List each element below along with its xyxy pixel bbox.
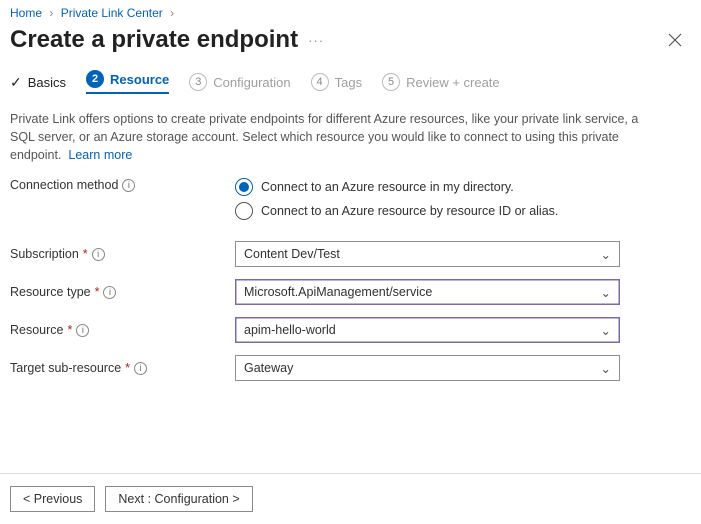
info-icon[interactable]: i bbox=[122, 179, 135, 192]
label-connection-method: Connection method i bbox=[10, 178, 235, 192]
target-sub-resource-select[interactable]: Gateway ⌄ bbox=[235, 355, 620, 381]
tab-tags[interactable]: 4 Tags bbox=[311, 73, 362, 91]
select-value: Content Dev/Test bbox=[244, 247, 340, 261]
radio-icon bbox=[235, 202, 253, 220]
info-icon[interactable]: i bbox=[92, 248, 105, 261]
close-icon bbox=[668, 33, 682, 47]
tab-resource-label: Resource bbox=[110, 72, 169, 87]
previous-button[interactable]: < Previous bbox=[10, 486, 95, 512]
radio-my-directory[interactable]: Connect to an Azure resource in my direc… bbox=[235, 178, 558, 196]
step-circle: 5 bbox=[382, 73, 400, 91]
chevron-down-icon: ⌄ bbox=[601, 285, 611, 300]
form-area: Connection method i Connect to an Azure … bbox=[0, 178, 701, 382]
tab-configuration[interactable]: 3 Configuration bbox=[189, 73, 290, 91]
close-button[interactable] bbox=[661, 26, 689, 54]
label-resource-type: Resource type* i bbox=[10, 285, 235, 299]
label-text: Target sub-resource bbox=[10, 361, 121, 375]
resource-type-select[interactable]: Microsoft.ApiManagement/service ⌄ bbox=[235, 279, 620, 305]
breadcrumb-private-link-center[interactable]: Private Link Center bbox=[61, 6, 163, 20]
select-value: Gateway bbox=[244, 361, 293, 375]
breadcrumb: Home › Private Link Center › bbox=[0, 0, 701, 22]
label-text: Subscription bbox=[10, 247, 79, 261]
page-title: Create a private endpoint bbox=[10, 26, 298, 54]
connection-method-radios: Connect to an Azure resource in my direc… bbox=[235, 178, 558, 220]
tab-configuration-label: Configuration bbox=[213, 75, 290, 90]
breadcrumb-sep: › bbox=[49, 6, 53, 20]
more-icon[interactable]: ··· bbox=[308, 33, 324, 48]
select-value: Microsoft.ApiManagement/service bbox=[244, 285, 432, 299]
label-subscription: Subscription* i bbox=[10, 247, 235, 261]
label-resource: Resource* i bbox=[10, 323, 235, 337]
step-circle: 3 bbox=[189, 73, 207, 91]
description: Private Link offers options to create pr… bbox=[0, 104, 670, 178]
info-icon[interactable]: i bbox=[76, 324, 89, 337]
radio-label: Connect to an Azure resource in my direc… bbox=[261, 180, 514, 194]
radio-label: Connect to an Azure resource by resource… bbox=[261, 204, 558, 218]
learn-more-link[interactable]: Learn more bbox=[68, 148, 132, 162]
label-text: Resource type bbox=[10, 285, 91, 299]
tab-resource[interactable]: 2 Resource bbox=[86, 70, 169, 94]
tab-tags-label: Tags bbox=[335, 75, 362, 90]
info-icon[interactable]: i bbox=[103, 286, 116, 299]
breadcrumb-sep: › bbox=[170, 6, 174, 20]
info-icon[interactable]: i bbox=[134, 362, 147, 375]
tab-basics[interactable]: ✓ Basics bbox=[10, 74, 66, 91]
breadcrumb-home[interactable]: Home bbox=[10, 6, 42, 20]
label-target-sub-resource: Target sub-resource* i bbox=[10, 361, 235, 375]
chevron-down-icon: ⌄ bbox=[601, 323, 611, 338]
step-circle: 2 bbox=[86, 70, 104, 88]
label-text: Connection method bbox=[10, 178, 118, 192]
next-button[interactable]: Next : Configuration > bbox=[105, 486, 252, 512]
subscription-select[interactable]: Content Dev/Test ⌄ bbox=[235, 241, 620, 267]
wizard-tabs: ✓ Basics 2 Resource 3 Configuration 4 Ta… bbox=[0, 70, 701, 104]
radio-resource-id[interactable]: Connect to an Azure resource by resource… bbox=[235, 202, 558, 220]
resource-select[interactable]: apim-hello-world ⌄ bbox=[235, 317, 620, 343]
select-value: apim-hello-world bbox=[244, 323, 336, 337]
step-circle: 4 bbox=[311, 73, 329, 91]
title-row: Create a private endpoint ··· bbox=[0, 22, 701, 70]
tab-review-create[interactable]: 5 Review + create bbox=[382, 73, 500, 91]
tab-basics-label: Basics bbox=[28, 75, 66, 90]
footer: < Previous Next : Configuration > bbox=[0, 473, 701, 524]
label-text: Resource bbox=[10, 323, 64, 337]
tab-review-label: Review + create bbox=[406, 75, 500, 90]
check-icon: ✓ bbox=[10, 74, 22, 91]
chevron-down-icon: ⌄ bbox=[601, 361, 611, 376]
chevron-down-icon: ⌄ bbox=[601, 247, 611, 262]
radio-icon bbox=[235, 178, 253, 196]
